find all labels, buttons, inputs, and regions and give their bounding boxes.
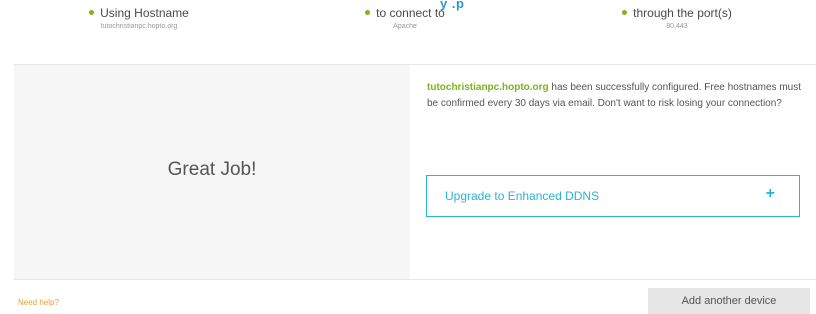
summary-hostname-value: tutochristianpc.hopto.org [100,23,178,30]
summary-hostname-label: Using Hostname [100,6,189,20]
bullet-icon [89,10,95,16]
connection-summary: Using Hostname tutochristianpc.hopto.org… [0,0,816,44]
bullet-icon [365,10,371,16]
plus-icon: + [765,185,775,202]
add-another-device-button[interactable]: Add another device [648,288,810,314]
result-right-pane: tutochristianpc.hopto.org has been succe… [410,65,816,279]
result-panel: Great Job! tutochristianpc.hopto.org has… [14,64,816,280]
upgrade-button-label: Upgrade to Enhanced DDNS [445,189,600,203]
summary-port: through the port(s) 80,443 [612,6,742,32]
result-left-pane: Great Job! [14,65,410,279]
summary-connect-value: Apache [393,23,417,30]
need-help-link[interactable]: Need help? [18,298,59,307]
summary-connect: to connect to Apache [350,6,460,32]
success-message: tutochristianpc.hopto.org has been succe… [427,80,803,112]
message-hostname: tutochristianpc.hopto.org [427,82,549,93]
summary-connect-label: to connect to [376,6,445,20]
summary-port-value: 80,443 [666,23,688,30]
summary-hostname: Using Hostname tutochristianpc.hopto.org [72,6,206,32]
summary-port-label: through the port(s) [633,6,732,20]
success-heading: Great Job! [167,159,257,180]
bullet-icon [622,10,628,16]
upgrade-enhanced-ddns-button[interactable]: Upgrade to Enhanced DDNS + [426,175,800,217]
